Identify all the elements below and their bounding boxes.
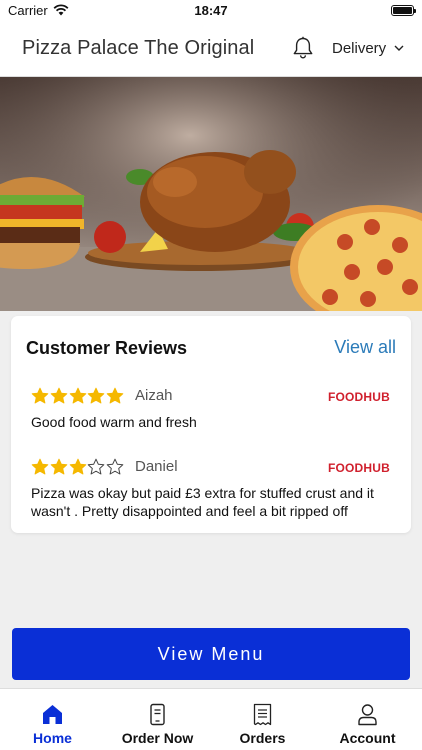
star-filled-icon	[88, 387, 105, 404]
battery-icon	[391, 5, 416, 16]
bottom-tab-bar: Home Order Now Orders Account	[0, 688, 422, 750]
food-illustration	[0, 77, 422, 311]
view-menu-button[interactable]: View Menu	[12, 628, 410, 680]
star-filled-icon	[50, 387, 68, 404]
account-icon	[358, 704, 377, 726]
star-filled-icon	[50, 458, 68, 475]
star-filled-icon	[31, 387, 49, 404]
tab-label: Order Now	[121, 730, 194, 746]
restaurant-title: Pizza Palace The Original	[22, 37, 255, 59]
star-filled-icon	[31, 458, 49, 475]
tab-home[interactable]: Home	[0, 689, 105, 750]
review-text: Pizza was okay but paid £3 extra for stu…	[31, 485, 374, 519]
tab-orders[interactable]: Orders	[210, 689, 315, 750]
reviews-heading: Customer Reviews	[26, 338, 188, 358]
hero-food-image	[0, 77, 422, 311]
reviewer-name: Daniel	[135, 458, 178, 475]
star-empty-icon	[106, 458, 124, 475]
foodhub-logo: FOODHUB	[327, 461, 390, 475]
status-bar: Carrier 18:47	[0, 0, 422, 22]
order-now-icon	[150, 703, 165, 726]
customer-reviews-card: Customer Reviews View all Aizah FOODHUB …	[11, 316, 411, 533]
chevron-down-icon[interactable]	[394, 44, 404, 52]
delivery-mode-dropdown[interactable]: Delivery	[332, 40, 386, 57]
star-empty-icon	[88, 458, 105, 475]
tab-order-now[interactable]: Order Now	[105, 689, 210, 750]
review-text: Good food warm and fresh	[31, 414, 197, 430]
star-filled-icon	[69, 387, 86, 404]
tab-label: Home	[33, 730, 72, 746]
tab-label: Orders	[239, 730, 286, 746]
reviewer-name: Aizah	[135, 387, 173, 404]
view-all-reviews-link[interactable]: View all	[334, 337, 396, 358]
home-icon	[43, 705, 62, 724]
star-rating	[31, 387, 125, 405]
star-filled-icon	[69, 458, 86, 475]
tab-account[interactable]: Account	[315, 689, 420, 750]
status-time: 18:47	[194, 3, 228, 18]
star-rating	[31, 458, 125, 476]
app-header: Pizza Palace The Original Delivery	[0, 22, 422, 77]
orders-receipt-icon	[253, 703, 272, 726]
bell-icon[interactable]	[292, 36, 314, 60]
tab-label: Account	[339, 730, 396, 746]
foodhub-logo: FOODHUB	[327, 390, 390, 404]
star-filled-icon	[106, 387, 124, 404]
